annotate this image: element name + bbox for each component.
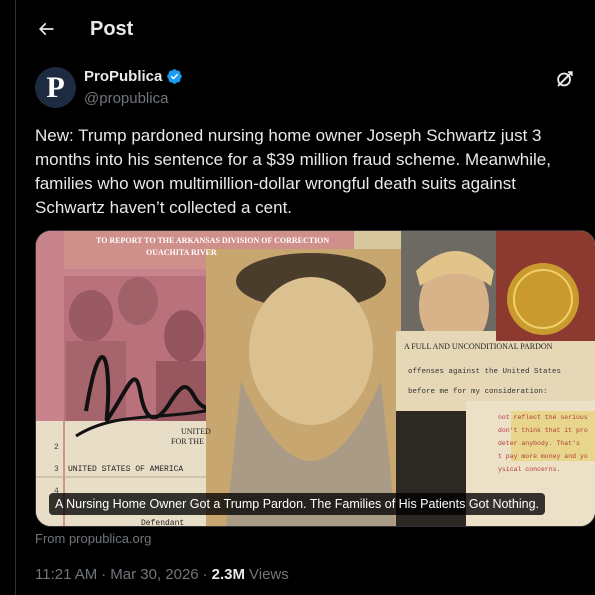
avatar-letter: P — [46, 70, 65, 104]
source-link[interactable]: From propublica.org — [35, 531, 151, 546]
link-card-image[interactable]: TO REPORT TO THE ARKANSAS DIVISION OF CO… — [35, 230, 595, 527]
author-handle[interactable]: @propublica — [84, 90, 168, 107]
collage-text-pardon1: offenses against the United States — [408, 368, 561, 376]
meta-separator: · — [101, 566, 107, 583]
collage-text-unite: UNITED — [181, 427, 211, 436]
collage-text-num2: 2 — [54, 443, 59, 452]
post-detail-column: Post P ProPublica @propublica New: Trump… — [15, 0, 595, 595]
post-time[interactable]: 11:21 AM — [35, 566, 97, 583]
collage-text-defendant: Defendant — [141, 519, 184, 527]
post-meta: 11:21 AM · Mar 30, 2026 · 2.3M Views — [35, 566, 289, 583]
collage-text-pardon-heading: A FULL AND UNCONDITIONAL PARDON — [404, 342, 553, 351]
back-button[interactable] — [28, 11, 64, 47]
grok-icon — [557, 71, 573, 87]
page-title: Post — [90, 17, 134, 40]
author-name: ProPublica — [84, 68, 163, 85]
post-text: New: Trump pardoned nursing home owner J… — [35, 126, 551, 217]
collage-text-motion2: OUACHITA RIVER — [146, 248, 217, 257]
collage-text-forthe: FOR THE — [171, 437, 204, 446]
grok-button[interactable] — [554, 68, 576, 90]
meta-separator: · — [202, 566, 208, 583]
views-count: 2.3M — [211, 566, 246, 583]
collage-text-court: UNITED STATES OF AMERICA — [68, 465, 183, 474]
verified-badge-icon — [167, 69, 183, 84]
link-card-title: A Nursing Home Owner Got a Trump Pardon.… — [49, 493, 546, 515]
collage-text-letter1: not reflect the serious — [498, 414, 588, 421]
avatar[interactable]: P — [35, 67, 76, 108]
post-date[interactable]: Mar 30, 2026 — [110, 566, 198, 583]
arrow-left-icon — [38, 22, 54, 36]
views-label: Views — [249, 566, 289, 583]
collage-text-letter2: don't think that it pro — [498, 427, 588, 434]
author-name-link[interactable]: ProPublica — [84, 68, 183, 85]
collage-text-letter3: deter anybody. That's — [498, 440, 580, 447]
collage-text-num3: 3 — [54, 465, 59, 474]
collage-text-letter5: ysical concerns. — [498, 466, 560, 473]
collage-text-letter4: t pay more money and yo — [498, 453, 588, 460]
collage-text-motion1: TO REPORT TO THE ARKANSAS DIVISION OF CO… — [96, 236, 329, 245]
top-bar: Post — [16, 0, 595, 58]
collage-image: TO REPORT TO THE ARKANSAS DIVISION OF CO… — [36, 231, 595, 527]
collage-text-pardon2: before me for my consideration: — [408, 388, 548, 396]
